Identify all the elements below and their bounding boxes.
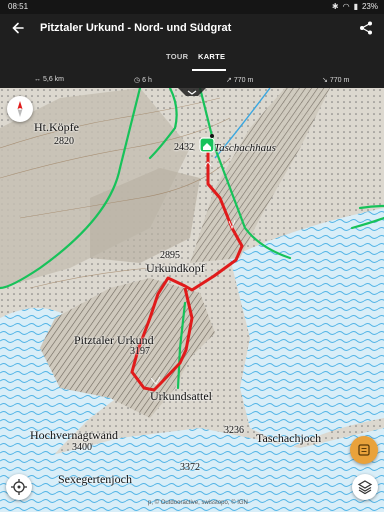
map-layers-button[interactable] (352, 474, 378, 500)
distance-value: 5,6 km (43, 76, 65, 83)
label-sexegertenjoch: Sexegertenjoch (58, 472, 132, 486)
map-view[interactable]: Ht.Köpfe 2820 2432 Taschachhaus 2895 Urk… (0, 88, 384, 512)
clock-icon: ◷ (134, 77, 141, 84)
descent-icon: ↘ (322, 77, 328, 84)
label-elev-2820: 2820 (54, 136, 74, 147)
page-title: Pitztaler Urkund - Nord- und Südgrat (40, 22, 232, 34)
layers-icon (357, 480, 373, 495)
wifi-icon: ◠ (342, 2, 350, 11)
label-hochvernagtwand: Hochvernagtwand (30, 428, 118, 442)
label-elev-2432: 2432 (174, 142, 194, 153)
descent-value: 770 m (329, 76, 350, 84)
label-taschachhaus: Taschachhaus (214, 142, 276, 154)
label-elev-3372: 3372 (180, 462, 200, 473)
label-elev-3400: 3400 (72, 442, 92, 453)
map-attribution: p, © Outdooractive, swisstopo, © IGN (148, 500, 248, 506)
battery-level: 23% (361, 2, 378, 11)
stat-distance: ↔ 5,6 km (34, 76, 64, 83)
compass-icon (17, 101, 23, 117)
bluetooth-icon: ✱ (331, 2, 339, 11)
chevron-down-icon[interactable] (178, 88, 206, 98)
share-icon[interactable] (358, 20, 374, 36)
status-icons: ✱ ◠ ▮ 23% (332, 2, 378, 11)
compass-button[interactable] (7, 96, 33, 122)
back-arrow-icon[interactable] (10, 20, 26, 36)
status-time: 08:51 (8, 2, 29, 11)
crosshair-icon (11, 479, 27, 495)
ascent-value: 770 m (233, 76, 254, 84)
label-elev-3236: 3236 (224, 425, 244, 436)
stat-descent: ↘ 770 m (322, 76, 350, 85)
duration-value: 6 h (142, 76, 152, 84)
tab-tour[interactable]: TOUR (166, 52, 188, 61)
list-icon (358, 444, 370, 456)
distance-icon: ↔ (34, 76, 41, 83)
tab-karte[interactable]: KARTE (198, 52, 225, 61)
tab-active-indicator (192, 69, 226, 71)
label-taschachjoch: Taschachjoch (256, 431, 322, 445)
locate-me-button[interactable] (6, 474, 32, 500)
stat-duration: ◷ 6 h (134, 76, 152, 85)
label-ht-kopfe: Ht.Köpfe (34, 120, 79, 134)
tab-bar: TOUR KARTE (0, 44, 384, 72)
summit-point (210, 134, 214, 138)
tour-stats-bar: ↔ 5,6 km ◷ 6 h ↗ 770 m ↘ 770 m (0, 72, 384, 88)
battery-icon: ▮ (353, 2, 358, 11)
tour-info-button[interactable] (350, 436, 378, 464)
label-elev-2895: 2895 (160, 250, 180, 261)
ascent-icon: ↗ (226, 77, 232, 84)
status-bar: 08:51 ✱ ◠ ▮ 23% (0, 0, 384, 14)
app-bar: Pitztaler Urkund - Nord- und Südgrat (0, 14, 384, 44)
label-urkundkopf: Urkundkopf (146, 261, 205, 275)
label-urkundsattel: Urkundsattel (150, 389, 212, 403)
label-elev-3197: 3197 (130, 346, 150, 357)
stat-ascent: ↗ 770 m (226, 76, 254, 85)
